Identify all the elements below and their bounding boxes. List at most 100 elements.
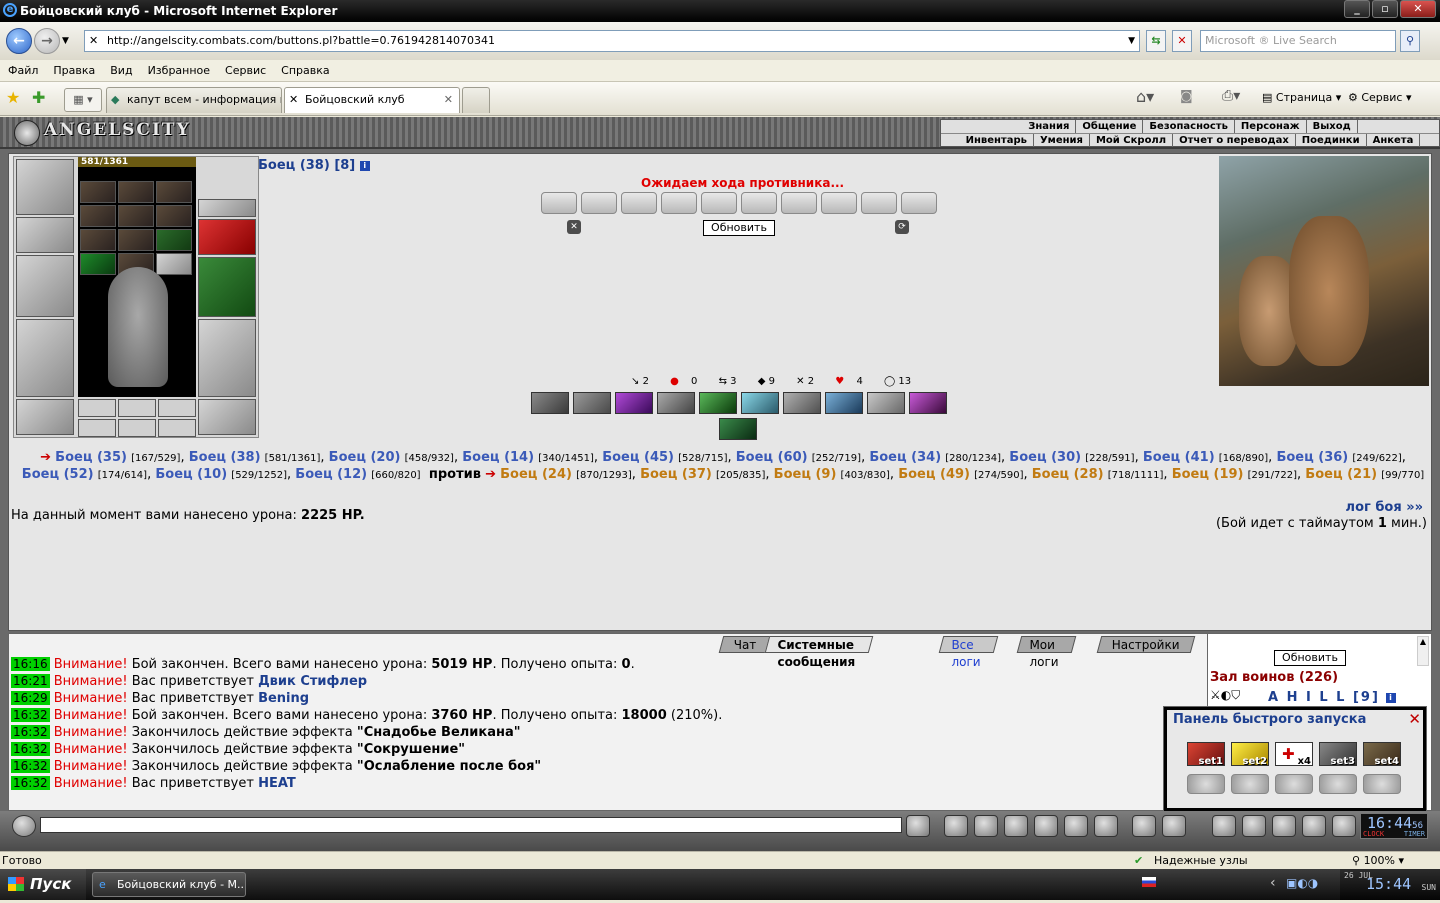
message-time[interactable]: 16:32 — [11, 708, 50, 722]
quick-slot-set3[interactable]: set3 — [1319, 742, 1357, 767]
menu-file[interactable]: Файл — [0, 60, 45, 82]
team2-member[interactable]: Боец (24) [870/1293], — [500, 467, 636, 482]
message-user[interactable]: Двик Стифлер — [258, 674, 367, 689]
start-button[interactable]: Пуск — [0, 869, 86, 900]
info-icon[interactable]: i — [1386, 692, 1397, 703]
menu-knowledge[interactable]: Знания — [1022, 120, 1077, 133]
feeds-icon[interactable]: ◙ — [1180, 89, 1193, 104]
tab-system-messages[interactable]: Системные сообщения — [764, 636, 874, 669]
refresh-page-button[interactable]: ⇆ — [1146, 30, 1166, 52]
scroll-slot-8[interactable] — [118, 229, 154, 251]
team2-member[interactable]: Боец (19) [291/722], — [1172, 467, 1301, 482]
quick-slot-heal[interactable]: ✚ x4 — [1275, 742, 1313, 767]
message-user[interactable]: HEAT — [258, 776, 296, 791]
team1-member[interactable]: Боец (52) [174/614], — [22, 467, 151, 482]
scroll-slot-3[interactable] — [156, 181, 192, 203]
team1-member[interactable]: Боец (45) [528/715], — [602, 450, 731, 465]
bracers-slot[interactable] — [16, 217, 74, 253]
earrings-slot[interactable] — [198, 159, 256, 177]
scroll-slot-5[interactable] — [118, 205, 154, 227]
team2-member[interactable]: Боец (28) [718/1111], — [1032, 467, 1168, 482]
scroll-slot-2[interactable] — [118, 181, 154, 203]
tab-my-logs[interactable]: Мои логи — [1016, 636, 1077, 669]
attack-scroll[interactable] — [741, 192, 777, 214]
send-icon[interactable] — [906, 815, 930, 837]
skill-icon[interactable] — [741, 392, 779, 414]
empty-quick-slot[interactable] — [1231, 774, 1269, 794]
scroll-slot-7[interactable] — [80, 229, 116, 251]
scroll-slot-12[interactable] — [156, 253, 192, 275]
team1-member[interactable]: Боец (41) [168/890], — [1143, 450, 1272, 465]
security-zone[interactable]: Надежные узлы — [1154, 852, 1248, 870]
home-icon[interactable]: ⌂▾ — [1136, 87, 1154, 106]
tab-settings[interactable]: Настройки — [1096, 636, 1196, 653]
menu-view[interactable]: Вид — [102, 60, 139, 82]
online-refresh-button[interactable]: Обновить — [1274, 650, 1346, 666]
team2-member[interactable]: Боец (49) [274/590], — [898, 467, 1027, 482]
minimize-button[interactable]: _ — [1344, 0, 1370, 18]
close-tab-icon[interactable]: ✕ — [444, 88, 453, 112]
rings-slot[interactable] — [198, 199, 256, 217]
skill-icon[interactable] — [531, 392, 569, 414]
close-icon[interactable]: ✕ — [1408, 710, 1421, 728]
online-user[interactable]: A H I L L [9] i — [1268, 690, 1397, 705]
team1-member[interactable]: Боец (10) [529/1252], — [155, 467, 291, 482]
empty-quick-slot[interactable] — [1319, 774, 1357, 794]
message-time[interactable]: 16:32 — [11, 759, 50, 773]
fighter-name[interactable]: Боец (38) [8] i — [258, 158, 370, 173]
team1-member[interactable]: Боец (12) [660/820] — [295, 467, 420, 482]
empty-quick-slot[interactable] — [1275, 774, 1313, 794]
forward-button[interactable]: → — [34, 28, 60, 54]
scrollbar[interactable]: ▲ — [1417, 636, 1429, 666]
mail-icon[interactable] — [1162, 815, 1186, 837]
team1-member[interactable]: Боец (14) [340/1451], — [462, 450, 598, 465]
team1-member[interactable]: Боец (30) [228/591], — [1009, 450, 1138, 465]
empty-slot[interactable] — [78, 399, 116, 417]
team1-member[interactable]: Боец (34) [280/1234], — [869, 450, 1005, 465]
empty-slot[interactable] — [118, 399, 156, 417]
chat-input[interactable] — [40, 817, 902, 833]
scroll-slot-10[interactable] — [80, 253, 116, 275]
tray-icons[interactable]: ▣◐◑ — [1286, 876, 1318, 890]
empty-slot[interactable] — [118, 419, 156, 437]
team1-member[interactable]: Боец (38) [581/1361], — [189, 450, 325, 465]
message-time[interactable]: 16:32 — [11, 742, 50, 756]
helmet-slot[interactable] — [16, 159, 74, 215]
skill-icon[interactable] — [825, 392, 863, 414]
battle-log-link[interactable]: лог боя »» — [1346, 500, 1423, 515]
skill-icon[interactable] — [615, 392, 653, 414]
menu-help[interactable]: Справка — [273, 60, 336, 82]
stop-button[interactable]: ✕ — [1172, 30, 1192, 52]
exit-icon[interactable] — [1332, 815, 1356, 837]
tab-combats[interactable]: ✕ Бойцовский клуб ✕ — [284, 87, 460, 113]
attack-scroll[interactable] — [901, 192, 937, 214]
history-dropdown-icon[interactable]: ▼ — [62, 36, 69, 46]
sound-icon[interactable] — [1094, 815, 1118, 837]
scroll-slot-6[interactable] — [156, 205, 192, 227]
lock-icon[interactable] — [1302, 815, 1326, 837]
menu-profile[interactable]: Анкета — [1367, 134, 1421, 147]
quick-tabs-icon[interactable]: ▦ ▾ — [64, 88, 102, 112]
attack-scroll[interactable] — [581, 192, 617, 214]
menu-inventory[interactable]: Инвентарь — [960, 134, 1034, 147]
skill-icon[interactable] — [867, 392, 905, 414]
scroll-slot-9[interactable] — [156, 229, 192, 251]
add-favorite-icon[interactable]: ✚ — [32, 88, 45, 107]
skill-icon[interactable] — [657, 392, 695, 414]
menu-tools[interactable]: Сервис — [217, 60, 273, 82]
zoom-control[interactable]: ⚲ 100% ▾ — [1352, 852, 1404, 870]
print-icon[interactable]: ⎙▾ — [1222, 88, 1240, 104]
attack-scroll[interactable] — [661, 192, 697, 214]
inventory-icon[interactable] — [1212, 815, 1236, 837]
attack-scroll[interactable] — [861, 192, 897, 214]
favorites-star-icon[interactable]: ★ — [6, 88, 20, 107]
attack-scroll[interactable] — [621, 192, 657, 214]
boots-slot[interactable] — [198, 399, 256, 435]
message-time[interactable]: 16:32 — [11, 725, 50, 739]
skill-icon[interactable] — [573, 392, 611, 414]
save-log-icon[interactable] — [1004, 815, 1028, 837]
filter-icon[interactable] — [974, 815, 998, 837]
team2-member[interactable]: Боец (37) [205/835], — [640, 467, 769, 482]
chat-mode-icon[interactable] — [12, 815, 36, 837]
attack-scroll[interactable] — [781, 192, 817, 214]
